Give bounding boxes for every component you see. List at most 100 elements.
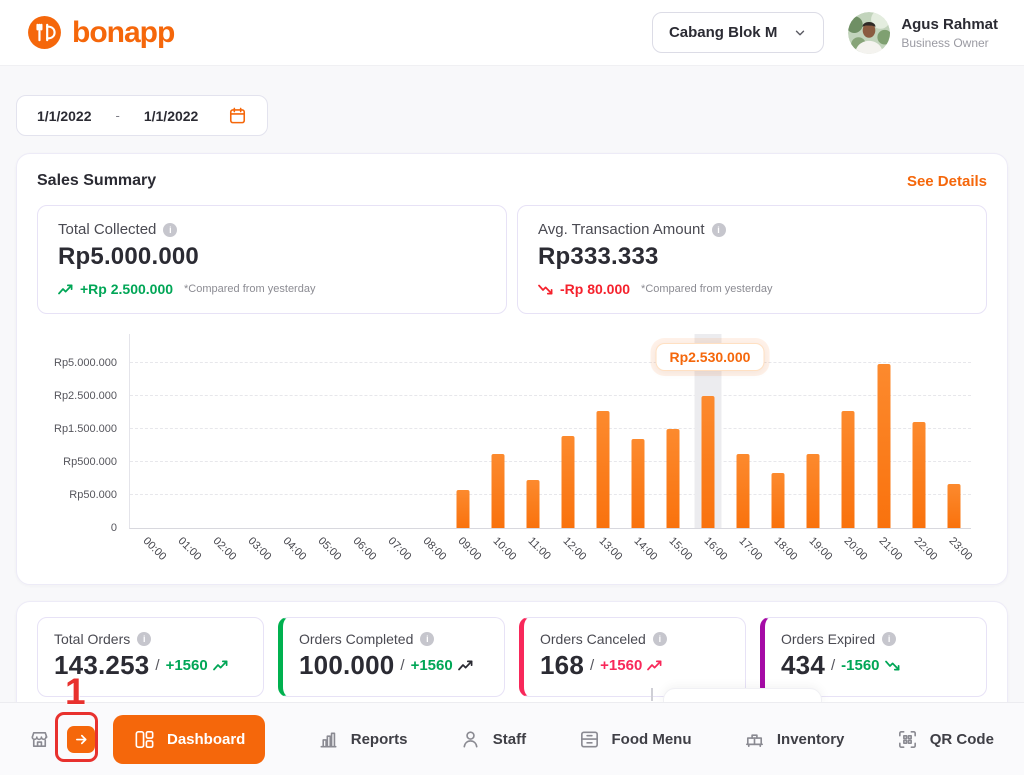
user-menu[interactable]: Agus Rahmat Business Owner (848, 11, 998, 54)
x-axis-label: 14:00 (631, 535, 660, 563)
bar[interactable] (631, 438, 645, 528)
order-delta: +1560 (600, 657, 643, 674)
stat-value: Rp5.000.000 (58, 243, 199, 270)
order-value-row: 434 / -1560 (781, 650, 970, 681)
staff-icon (459, 728, 482, 751)
bar[interactable] (666, 429, 680, 528)
bar-column: 01:00 (165, 334, 203, 563)
date-range-picker[interactable]: 1/1/2022 - 1/1/2022 (16, 95, 269, 136)
order-card: Orders Expired i 434 / -1560 (760, 617, 987, 697)
x-axis-label: 08:00 (420, 535, 449, 563)
bar[interactable] (701, 395, 715, 528)
info-icon: i (652, 632, 667, 646)
bar[interactable] (947, 484, 961, 528)
order-slash: / (155, 657, 160, 674)
order-delta: -1560 (841, 657, 880, 674)
bar-column: 21:00 (866, 334, 904, 563)
bar[interactable] (806, 453, 820, 528)
bar[interactable] (526, 480, 540, 528)
y-axis-tick: Rp1.500.000 (54, 423, 117, 435)
nav-item-staff[interactable]: Staff (459, 728, 526, 751)
x-axis-label: 00:00 (140, 535, 169, 563)
nav-item-label: Reports (350, 730, 408, 748)
stat-delta-row: -Rp 80.000 *Compared from yesterday (538, 281, 966, 297)
orders-row: Total Orders i 143.253/+1560 Orders Complet… (37, 617, 987, 697)
order-label-text: Orders Expired (781, 631, 876, 647)
info-icon: i (711, 222, 726, 237)
x-axis-label: 02:00 (210, 535, 239, 563)
calendar-icon[interactable] (228, 106, 247, 125)
bar-column: 19:00 (796, 334, 834, 563)
storefront-button[interactable] (28, 728, 51, 751)
order-value-row: 168 / +1560 (540, 650, 729, 681)
nav-item-inventory[interactable]: Inventory (743, 728, 844, 751)
topbar: bonapp Cabang Blok M Agus Rahmat Busines… (0, 0, 1024, 66)
branch-selector[interactable]: Cabang Blok M (651, 12, 825, 53)
info-icon: i (420, 632, 435, 646)
trend-up-icon (457, 660, 473, 671)
order-label: Orders Completed i (299, 631, 488, 647)
x-axis-label: 04:00 (280, 535, 309, 563)
bar[interactable] (771, 473, 785, 528)
bar[interactable] (877, 364, 890, 528)
order-slash: / (400, 657, 405, 674)
y-axis-tick: Rp2.500.000 (54, 390, 117, 402)
bar-column: 08:00 (410, 334, 449, 563)
y-axis-tick: Rp5.000.000 (54, 357, 117, 369)
order-label: Orders Canceled i (540, 631, 729, 647)
bar[interactable] (841, 410, 855, 528)
x-axis-label: 06:00 (350, 535, 379, 563)
bar-column: 23:00 (936, 334, 974, 563)
bar[interactable] (491, 453, 505, 528)
dashboard-icon (133, 728, 156, 751)
stat-label: Avg. Transaction Amount i (538, 221, 966, 238)
x-axis-label: 15:00 (666, 535, 695, 563)
order-value: 168 (540, 650, 584, 680)
stat-label: Total Collected i (58, 221, 486, 238)
x-axis-label: 18:00 (771, 535, 800, 563)
stat-delta: -Rp 80.000 (560, 281, 631, 297)
bar[interactable] (561, 435, 575, 528)
order-slash: / (589, 657, 595, 674)
info-icon: i (137, 632, 152, 646)
bar-column: 20:00 (831, 334, 869, 563)
y-axis-tick: 0 (110, 522, 117, 534)
order-label-text: Orders Completed (299, 631, 414, 647)
bar[interactable] (912, 422, 926, 528)
reports-icon (317, 728, 340, 751)
annotation-step-label: 1 (65, 671, 86, 712)
see-details-link[interactable]: See Details (907, 173, 987, 190)
user-role: Business Owner (901, 35, 989, 50)
x-axis-label: 19:00 (806, 535, 835, 563)
qr-code-icon (896, 728, 919, 751)
x-axis-label: 11:00 (525, 535, 554, 563)
x-axis-label: 13:00 (596, 535, 624, 563)
y-axis-tick: Rp50.000 (69, 489, 117, 501)
order-label-text: Orders Canceled (540, 631, 646, 647)
x-axis-label: 22:00 (911, 535, 940, 563)
nav-item-food-menu[interactable]: Food Menu (578, 728, 692, 751)
chart-columns: 00:00 01:00 02:00 03:00 04:00 05:00 06:00 07:00… (130, 334, 974, 563)
order-value: 100.000 (299, 650, 395, 680)
bar-column: 05:00 (305, 334, 344, 563)
x-axis-label: 03:00 (245, 535, 274, 563)
trend-down-icon (538, 284, 553, 295)
nav-item-qr-code[interactable]: QR Code (896, 728, 994, 751)
x-axis-label: 17:00 (736, 535, 765, 563)
bar[interactable] (596, 410, 610, 528)
nav-item-label: Food Menu (611, 730, 692, 748)
bar-column: 02:00 (200, 334, 239, 563)
bottom-nav: Dashboard Reports Staff Food Menu Inventory Q… (0, 702, 1024, 775)
bar[interactable] (736, 453, 750, 528)
brand-wordmark: bonapp (72, 15, 175, 49)
nav-item-dashboard[interactable]: Dashboard (113, 714, 266, 764)
bar[interactable] (456, 489, 470, 528)
nav-item-reports[interactable]: Reports (317, 728, 408, 751)
order-label: Orders Expired i (781, 631, 970, 647)
bar-column: 12:00 (551, 334, 589, 563)
bar-column: 06:00 (340, 334, 379, 563)
stat-value: Rp333.333 (538, 243, 659, 270)
x-axis-label: 20:00 (841, 535, 870, 563)
date-end: 1/1/2022 (143, 107, 199, 124)
y-axis-tick: Rp500.000 (63, 456, 117, 468)
